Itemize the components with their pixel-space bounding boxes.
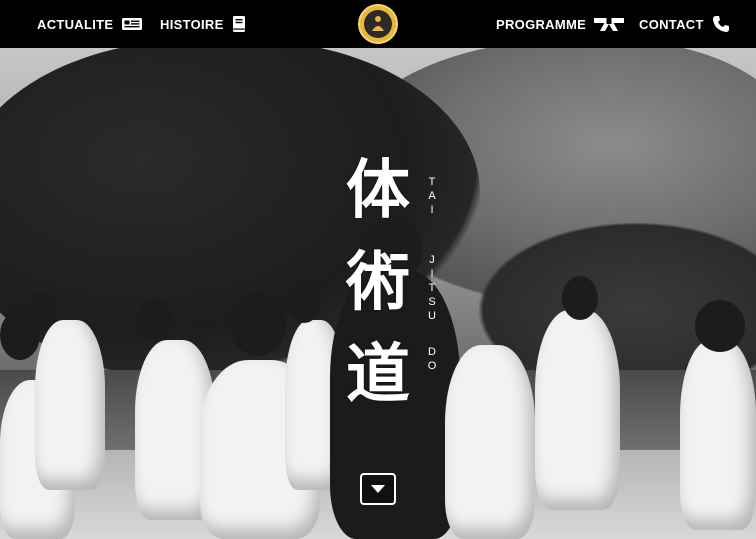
page: ACTUALITE HISTOIRE PROGRAMME CONTACT 体 術… [0,0,756,539]
nav-link-contact[interactable]: CONTACT [639,0,730,48]
newspaper-icon [121,16,143,32]
student-head [138,298,172,340]
kanji-tai: 体 [346,153,410,228]
hero-title-kanji: 体 術 道 [328,145,428,421]
nav-link-programme[interactable]: PROGRAMME [496,0,625,48]
nav-link-label: CONTACT [639,16,704,32]
book-icon [232,15,246,33]
student-head [695,300,745,352]
student-head [28,292,58,326]
romaji-letter: T [428,176,436,188]
student-figure [445,345,535,539]
student-head [287,283,321,323]
romaji-letter: O [427,360,437,372]
scroll-down-button[interactable] [360,473,396,505]
hero-title-romaji: T A I J I T S U D O [424,175,440,373]
romaji-letter: I [430,268,434,280]
top-navbar: ACTUALITE HISTOIRE PROGRAMME CONTACT [0,0,756,48]
belt-icon [594,16,625,32]
kanji-do: 道 [346,337,410,412]
caret-down-icon [369,480,387,499]
kanji-jitsu: 術 [346,245,410,320]
romaji-letter: D [428,346,436,358]
romaji-letter: A [428,190,436,202]
student-figure [35,320,105,490]
student-figure [680,340,756,530]
romaji-letter: I [430,204,434,216]
student-head [562,276,598,320]
nav-link-label: PROGRAMME [496,16,587,32]
nav-link-label: HISTOIRE [160,16,224,32]
nav-link-histoire[interactable]: HISTOIRE [160,0,246,48]
phone-icon [712,15,730,33]
student-figure [535,310,620,510]
nav-link-actualite[interactable]: ACTUALITE [37,0,143,48]
romaji-letter: S [428,296,436,308]
romaji-letter: T [428,282,436,294]
meditating-figure-logo [364,10,392,38]
nav-link-label: ACTUALITE [37,16,114,32]
romaji-letter: J [429,254,435,266]
romaji-letter: U [428,310,436,322]
student-head [230,292,286,356]
club-logo[interactable] [358,4,398,44]
